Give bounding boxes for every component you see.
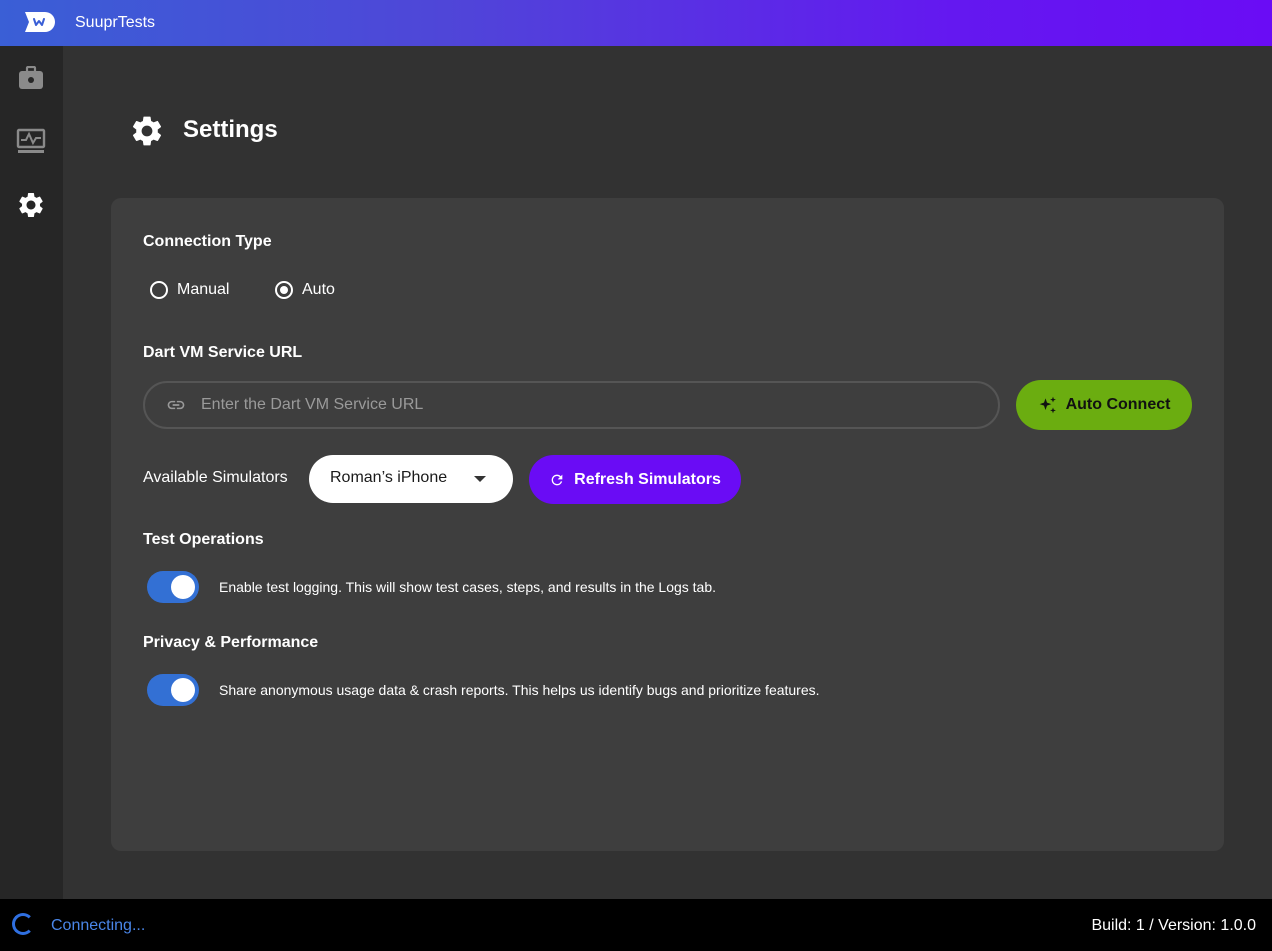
sidebar-item-logs[interactable] [14,124,48,158]
privacy-heading: Privacy & Performance [143,634,319,651]
radio-label-auto: Auto [302,281,335,298]
refresh-simulators-button[interactable]: Refresh Simulators [529,455,741,504]
status-bar: Connecting... Build: 1 / Version: 1.0.0 [0,899,1272,951]
radio-label-manual: Manual [177,281,230,298]
sidebar-item-settings[interactable] [14,188,48,222]
sparkle-icon [1039,396,1056,414]
monitor-activity-icon [16,128,46,153]
refresh-simulators-label: Refresh Simulators [574,470,721,488]
toggle-knob [171,575,195,599]
gear-icon [19,193,43,217]
connection-status: Connecting... [51,917,146,934]
usage-data-toggle[interactable] [147,674,199,706]
top-bar: SuuprTests [0,0,1272,46]
auto-connect-label: Auto Connect [1065,396,1171,413]
radio-manual[interactable]: Manual [150,280,229,300]
page-title: Settings [183,116,278,143]
toggle-knob [171,678,195,702]
refresh-icon [551,474,563,485]
available-simulators-label: Available Simulators [143,469,288,486]
usage-data-description: Share anonymous usage data & crash repor… [219,682,820,698]
chevron-down-icon [474,476,486,482]
dart-vm-url-field [143,381,1000,429]
test-logging-description: Enable test logging. This will show test… [219,579,717,595]
briefcase-icon [19,66,43,89]
app-title: SuuprTests [75,14,156,31]
test-logging-toggle[interactable] [147,571,199,603]
simulator-selected-value: Roman’s iPhone [330,469,448,486]
gear-icon [132,116,162,146]
simulator-select[interactable]: Roman’s iPhone [309,455,513,503]
radio-dot-selected [280,286,288,294]
loading-spinner-icon [12,913,34,935]
app-logo-icon [25,12,55,32]
radio-circle-auto [275,281,293,299]
sidebar [0,46,63,899]
dart-vm-heading: Dart VM Service URL [143,344,303,361]
sidebar-item-tests[interactable] [14,61,48,95]
radio-auto[interactable]: Auto [275,280,335,300]
auto-connect-button[interactable]: Auto Connect [1016,380,1192,430]
dart-vm-url-input[interactable] [201,383,981,427]
test-operations-heading: Test Operations [143,531,264,548]
build-version: Build: 1 / Version: 1.0.0 [1091,917,1256,934]
radio-circle-manual [150,281,168,299]
connection-type-heading: Connection Type [143,233,272,250]
link-icon [167,400,185,410]
